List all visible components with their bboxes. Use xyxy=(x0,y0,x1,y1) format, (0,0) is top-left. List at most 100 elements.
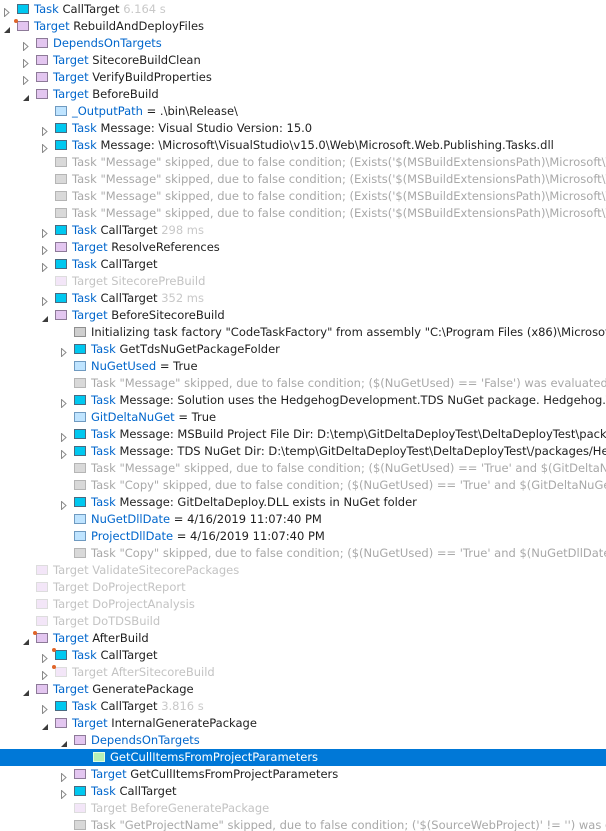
tree-row-label: Target BeforeBuild xyxy=(53,86,159,103)
warning-dot-icon xyxy=(52,664,56,669)
tree-row[interactable]: Target AfterSitecoreBuild xyxy=(0,664,606,681)
node-keyword: Task xyxy=(91,494,116,509)
tree-row[interactable]: Task "Copy" skipped, due to false condit… xyxy=(0,477,606,494)
tree-row-label: Task Message: MSBuild Project File Dir: … xyxy=(91,426,606,443)
collapsed-arrow-icon[interactable] xyxy=(41,243,48,256)
tree-row[interactable]: Task "Copy" skipped, due to false condit… xyxy=(0,545,606,562)
collapsed-arrow-icon[interactable] xyxy=(60,770,67,783)
tree-row[interactable]: Task "Message" skipped, due to false con… xyxy=(0,154,606,171)
collapsed-arrow-icon[interactable] xyxy=(41,651,48,664)
expanded-arrow-icon[interactable] xyxy=(41,719,48,730)
tree-row-label: Target DoProjectReport xyxy=(53,579,186,596)
node-keyword: Task xyxy=(34,1,59,16)
node-name: AfterBuild xyxy=(92,630,149,645)
collapsed-arrow-icon[interactable] xyxy=(60,447,67,460)
tree-row[interactable]: Task Message: TDS NuGet Dir: D:\temp\Git… xyxy=(0,443,606,460)
collapsed-arrow-icon[interactable] xyxy=(22,56,29,69)
tree-row[interactable]: Task "Message" skipped, due to false con… xyxy=(0,205,606,222)
message-text: Task "Message" skipped, due to false con… xyxy=(91,460,606,475)
build-log-tree[interactable]: Task CallTarget 6.164 s Target RebuildAnd… xyxy=(0,0,606,831)
tree-row[interactable]: Task CallTarget xyxy=(0,647,606,664)
expanded-arrow-icon[interactable] xyxy=(3,22,10,33)
property-icon xyxy=(74,530,86,541)
tree-row[interactable]: ProjectDllDate = 4/16/2019 11:07:40 PM xyxy=(0,528,606,545)
message-text: Task "Message" skipped, due to false con… xyxy=(72,154,606,169)
tree-row[interactable]: Task "Message" skipped, due to false con… xyxy=(0,188,606,205)
tree-row-label: DependsOnTargets xyxy=(91,732,200,749)
collapsed-arrow-icon[interactable] xyxy=(60,345,67,358)
tree-row[interactable]: DependsOnTargets xyxy=(0,732,606,749)
tree-row[interactable]: NuGetUsed = True xyxy=(0,358,606,375)
tree-row[interactable]: Task Message: MSBuild Project File Dir: … xyxy=(0,426,606,443)
target-icon xyxy=(36,54,48,65)
collapsed-arrow-icon[interactable] xyxy=(60,430,67,443)
tree-row[interactable]: Target InternalGeneratePackage xyxy=(0,715,606,732)
collapsed-arrow-icon[interactable] xyxy=(3,5,10,18)
tree-row-label: Task "GetProjectName" skipped, due to fa… xyxy=(91,817,606,831)
tree-row[interactable]: Task CallTarget 298 ms xyxy=(0,222,606,239)
expanded-arrow-icon[interactable] xyxy=(60,736,67,747)
tree-row[interactable]: Target GetCullItemsFromProjectParameters xyxy=(0,766,606,783)
node-keyword: Target xyxy=(53,562,89,577)
tree-row[interactable]: Target ResolveReferences xyxy=(0,239,606,256)
tree-row[interactable]: Task "GetProjectName" skipped, due to fa… xyxy=(0,817,606,831)
collapsed-arrow-icon[interactable] xyxy=(41,294,48,307)
property-name: ProjectDllDate xyxy=(91,528,174,543)
tree-row[interactable]: Task CallTarget 6.164 s xyxy=(0,1,606,18)
tree-row[interactable]: Task CallTarget 352 ms xyxy=(0,290,606,307)
tree-row[interactable]: Target GeneratePackage xyxy=(0,681,606,698)
node-name: CallTarget xyxy=(100,290,158,305)
expanded-arrow-icon[interactable] xyxy=(41,311,48,322)
tree-row[interactable]: Task "Message" skipped, due to false con… xyxy=(0,375,606,392)
tree-row[interactable]: Target ValidateSitecorePackages xyxy=(0,562,606,579)
node-keyword: Task xyxy=(91,392,116,407)
collapsed-arrow-icon[interactable] xyxy=(22,39,29,52)
tree-row[interactable]: Task CallTarget xyxy=(0,256,606,273)
tree-row[interactable]: Target DoTDSBuild xyxy=(0,613,606,630)
collapsed-arrow-icon[interactable] xyxy=(22,73,29,86)
tree-row[interactable]: Task Message: Solution uses the Hedgehog… xyxy=(0,392,606,409)
tree-row[interactable]: Task Message: Visual Studio Version: 15.… xyxy=(0,120,606,137)
tree-row[interactable]: Initializing task factory "CodeTaskFacto… xyxy=(0,324,606,341)
tree-row[interactable]: Task CallTarget 3.816 s xyxy=(0,698,606,715)
tree-row[interactable]: Target BeforeSitecoreBuild xyxy=(0,307,606,324)
collapsed-arrow-icon[interactable] xyxy=(41,702,48,715)
collapsed-arrow-icon[interactable] xyxy=(41,226,48,239)
tree-row[interactable]: Target DoProjectReport xyxy=(0,579,606,596)
collapsed-arrow-icon[interactable] xyxy=(60,787,67,800)
collapsed-arrow-icon[interactable] xyxy=(41,124,48,137)
tree-row[interactable]: Target AfterBuild xyxy=(0,630,606,647)
tree-row-selected[interactable]: GetCullItemsFromProjectParameters xyxy=(0,748,606,766)
tree-row[interactable]: Target DoProjectAnalysis xyxy=(0,596,606,613)
warning-dot-icon xyxy=(52,647,56,652)
tree-row[interactable]: Task CallTarget xyxy=(0,783,606,800)
tree-row[interactable]: Target RebuildAndDeployFiles xyxy=(0,18,606,35)
tree-row[interactable]: GitDeltaNuGet = True xyxy=(0,409,606,426)
tree-row[interactable]: Target VerifyBuildProperties xyxy=(0,69,606,86)
collapsed-arrow-icon[interactable] xyxy=(41,668,48,681)
tree-row[interactable]: DependsOnTargets xyxy=(0,35,606,52)
tree-row-label: Task Message: \Microsoft\VisualStudio\v1… xyxy=(72,137,554,154)
tree-row[interactable]: Task "Message" skipped, due to false con… xyxy=(0,171,606,188)
tree-row[interactable]: Target BeforeBuild xyxy=(0,86,606,103)
collapsed-arrow-icon[interactable] xyxy=(41,141,48,154)
tree-row[interactable]: Target BeforeGeneratePackage xyxy=(0,800,606,817)
tree-row[interactable]: Task GetTdsNuGetPackageFolder xyxy=(0,341,606,358)
tree-row[interactable]: NuGetDllDate = 4/16/2019 11:07:40 PM xyxy=(0,511,606,528)
collapsed-arrow-icon[interactable] xyxy=(60,498,67,511)
tree-row[interactable]: Task Message: \Microsoft\VisualStudio\v1… xyxy=(0,137,606,154)
expanded-arrow-icon[interactable] xyxy=(22,685,29,696)
collapsed-arrow-icon[interactable] xyxy=(60,396,67,409)
tree-row[interactable]: Task "Message" skipped, due to false con… xyxy=(0,460,606,477)
tree-row[interactable]: Target SitecoreBuildClean xyxy=(0,52,606,69)
tree-row[interactable]: Task Message: GitDeltaDeploy.DLL exists … xyxy=(0,494,606,511)
tree-row[interactable]: Target SitecorePreBuild xyxy=(0,273,606,290)
tree-row[interactable]: _OutputPath = .\bin\Release\ xyxy=(0,103,606,120)
target-icon xyxy=(55,275,67,286)
expanded-arrow-icon[interactable] xyxy=(22,90,29,101)
expanded-arrow-icon[interactable] xyxy=(22,634,29,645)
tree-row-label: Task "Message" skipped, due to false con… xyxy=(91,460,606,477)
node-keyword: Task xyxy=(72,290,97,305)
collapsed-arrow-icon[interactable] xyxy=(41,260,48,273)
tree-row-label: Target VerifyBuildProperties xyxy=(53,69,212,86)
